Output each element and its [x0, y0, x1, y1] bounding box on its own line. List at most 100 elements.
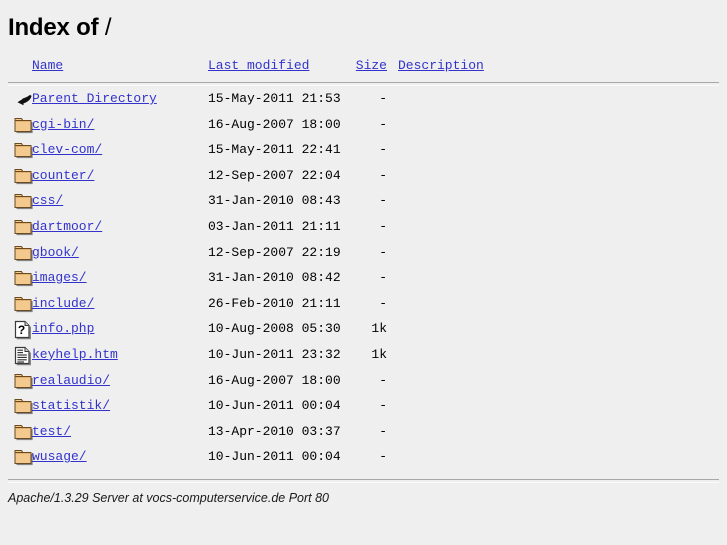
entry-last-modified: 16-Aug-2007 18:00 [208, 116, 341, 132]
listing-row: gbook/12-Sep-2007 22:19 - [8, 240, 719, 266]
entry-name-cell: info.php [32, 316, 94, 342]
entry-size: - [379, 142, 387, 158]
entry-size: 1k [371, 346, 387, 362]
directory-listing: Name Last modified Size Description Pare… [8, 56, 719, 505]
entry-last-modified: 16-Aug-2007 18:00 [208, 372, 341, 388]
entry-last-modified: 15-May-2011 21:53 [208, 91, 341, 106]
page-title-prefix: Index of [8, 14, 105, 41]
listing-row: realaudio/16-Aug-2007 18:00 - [8, 368, 719, 394]
entry-size: - [379, 91, 387, 106]
entry-size: - [379, 270, 387, 286]
entry-link[interactable]: test/ [32, 424, 71, 439]
entry-name-cell: css/ [32, 188, 63, 214]
entry-link[interactable]: images/ [32, 270, 87, 285]
entry-last-modified: 10-Jun-2011 23:32 [208, 346, 341, 362]
entry-link[interactable]: Parent Directory [32, 91, 157, 106]
entry-name-cell: clev-com/ [32, 137, 102, 163]
entry-last-modified: 26-Feb-2010 21:11 [208, 295, 341, 311]
listing-row: statistik/10-Jun-2011 00:04 - [8, 393, 719, 419]
entry-link[interactable]: wusage/ [32, 449, 87, 464]
listing-row: counter/12-Sep-2007 22:04 - [8, 163, 719, 189]
entry-size: - [379, 372, 387, 388]
page-title-path: / [104, 14, 112, 41]
entry-name-cell: realaudio/ [32, 368, 110, 394]
server-signature: Apache/1.3.29 Server at vocs-computerser… [8, 490, 329, 505]
listing-row: include/26-Feb-2010 21:11 - [8, 291, 719, 317]
sort-by-size-link[interactable]: Size [356, 58, 387, 73]
unknown-file-icon: ? [14, 320, 34, 340]
entry-name-cell: images/ [32, 265, 87, 291]
entry-name-cell: include/ [32, 291, 94, 317]
entry-name-cell: counter/ [32, 163, 94, 189]
folder-icon [14, 192, 34, 212]
sort-by-name-link[interactable]: Name [32, 58, 63, 73]
entry-link[interactable]: statistik/ [32, 398, 110, 413]
folder-icon [14, 218, 34, 238]
entry-size: - [379, 449, 387, 465]
entry-last-modified: 13-Apr-2010 03:37 [208, 423, 341, 439]
folder-icon [14, 295, 34, 315]
svg-text:?: ? [18, 323, 25, 337]
entry-link[interactable]: keyhelp.htm [32, 347, 118, 362]
entry-size: - [379, 167, 387, 183]
folder-icon [14, 116, 34, 136]
listing-row: images/31-Jan-2010 08:42 - [8, 265, 719, 291]
listing-row: wusage/10-Jun-2011 00:04 - [8, 444, 719, 470]
entry-last-modified: 31-Jan-2010 08:43 [208, 193, 341, 209]
entry-size: - [379, 244, 387, 260]
folder-icon [14, 448, 34, 468]
sort-by-description-link[interactable]: Description [398, 58, 484, 73]
entry-last-modified: 15-May-2011 22:41 [208, 142, 341, 158]
entry-size: - [379, 116, 387, 132]
entry-link[interactable]: dartmoor/ [32, 219, 102, 234]
back-arrow-icon [14, 90, 34, 110]
listing-rows: Parent Directory 15-May-2011 21:53- cgi-bi… [8, 86, 719, 470]
entry-last-modified: 12-Sep-2007 22:19 [208, 244, 341, 260]
column-header-last-modified: Last modified [208, 56, 309, 76]
entry-size: - [379, 423, 387, 439]
folder-icon [14, 423, 34, 443]
entry-last-modified: 10-Aug-2008 05:30 [208, 321, 341, 337]
entry-size: - [379, 398, 387, 414]
entry-name-cell: statistik/ [32, 393, 110, 419]
listing-row: ? info.php 10-Aug-2008 05:30 1k [8, 316, 719, 342]
entry-link[interactable]: cgi-bin/ [32, 117, 94, 132]
entry-link[interactable]: info.php [32, 321, 94, 336]
entry-name-cell: cgi-bin/ [32, 112, 94, 138]
listing-row: css/31-Jan-2010 08:43 - [8, 188, 719, 214]
column-header-name: Name [32, 56, 63, 76]
entry-last-modified: 10-Jun-2011 00:04 [208, 449, 341, 465]
column-header-size: Size [353, 56, 387, 76]
folder-icon [14, 141, 34, 161]
listing-row: test/13-Apr-2010 03:37 - [8, 419, 719, 445]
entry-size: - [379, 218, 387, 234]
entry-link[interactable]: css/ [32, 193, 63, 208]
entry-link[interactable]: counter/ [32, 168, 94, 183]
entry-name-cell: keyhelp.htm [32, 342, 118, 368]
entry-name-cell: gbook/ [32, 240, 79, 266]
listing-row: Parent Directory 15-May-2011 21:53 - [8, 86, 719, 112]
folder-icon [14, 397, 34, 417]
entry-link[interactable]: gbook/ [32, 245, 79, 260]
entry-link[interactable]: include/ [32, 296, 94, 311]
listing-row: cgi-bin/16-Aug-2007 18:00 - [8, 112, 719, 138]
text-file-icon [14, 346, 34, 366]
entry-name-cell: Parent Directory [32, 86, 157, 112]
entry-last-modified: 10-Jun-2011 00:04 [208, 398, 341, 414]
directory-index-page: Index of / Name Last modified Size Descr… [0, 0, 727, 545]
entry-name-cell: wusage/ [32, 444, 87, 470]
entry-size: - [379, 295, 387, 311]
folder-icon [14, 244, 34, 264]
entry-link[interactable]: realaudio/ [32, 373, 110, 388]
entry-last-modified: 31-Jan-2010 08:42 [208, 270, 341, 286]
entry-name-cell: test/ [32, 419, 71, 445]
listing-header-row: Name Last modified Size Description [8, 56, 719, 76]
sort-by-last-modified-link[interactable]: Last modified [208, 58, 309, 73]
listing-row: dartmoor/03-Jan-2011 21:11 - [8, 214, 719, 240]
listing-row: clev-com/15-May-2011 22:41 - [8, 137, 719, 163]
entry-link[interactable]: clev-com/ [32, 142, 102, 157]
entry-name-cell: dartmoor/ [32, 214, 102, 240]
page-title: Index of / [8, 0, 719, 42]
entry-size: - [379, 193, 387, 209]
folder-icon [14, 269, 34, 289]
